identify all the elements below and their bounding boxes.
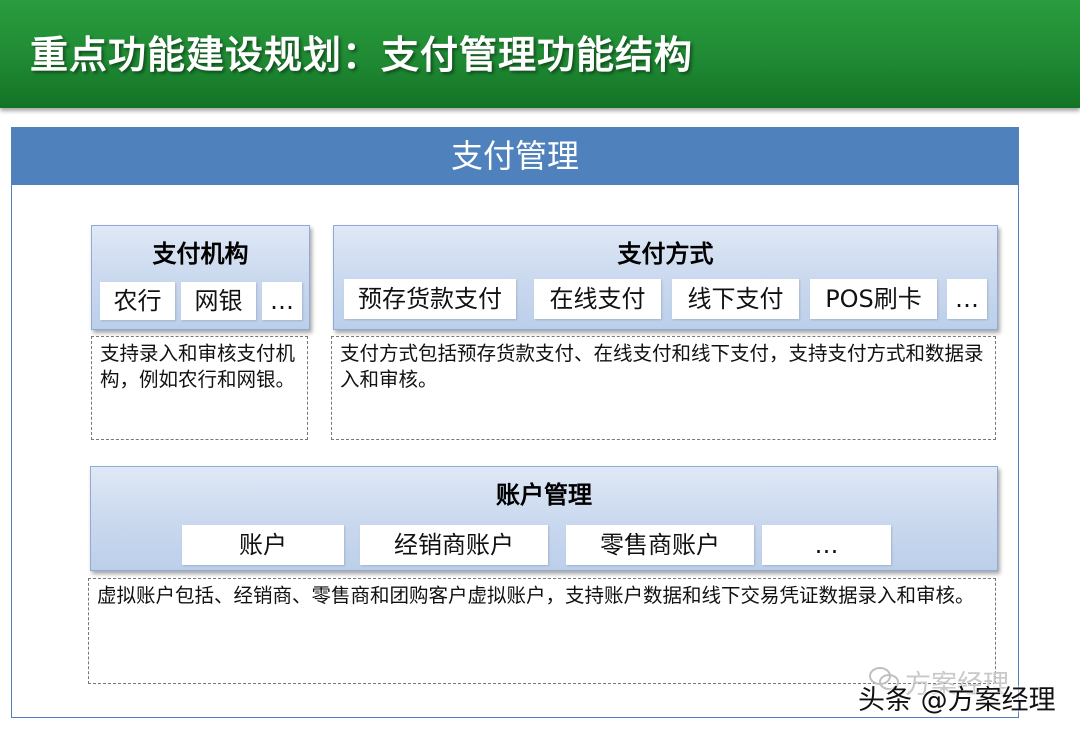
institutions-description: 支持录入和审核支付机构，例如农行和网银。 — [91, 336, 308, 440]
account-chip-retailer[interactable]: 零售商账户 — [566, 525, 754, 565]
method-chip-pos[interactable]: POS刷卡 — [810, 279, 937, 319]
methods-description: 支付方式包括预存货款支付、在线支付和线下支付，支持支付方式和数据录入和审核。 — [331, 336, 996, 440]
institutions-panel: 支付机构 农行 网银 … — [91, 225, 310, 330]
account-chip-dealer[interactable]: 经销商账户 — [360, 525, 548, 565]
institutions-title: 支付机构 — [152, 240, 249, 268]
institution-chip-abc[interactable]: 农行 — [100, 282, 175, 320]
title-bar: 重点功能建设规划：支付管理功能结构 — [0, 0, 1080, 108]
watermark: 头条 @方案经理 — [858, 685, 1056, 716]
institution-chip-more[interactable]: … — [262, 282, 302, 320]
accounts-description: 虚拟账户包括、经销商、零售商和团购客户虚拟账户，支持账户数据和线下交易凭证数据录… — [88, 578, 996, 684]
method-chip-prepaid[interactable]: 预存货款支付 — [344, 279, 516, 319]
method-chip-online[interactable]: 在线支付 — [534, 279, 661, 319]
method-chip-offline[interactable]: 线下支付 — [672, 279, 799, 319]
accounts-panel: 账户管理 账户 经销商账户 零售商账户 … — [90, 466, 998, 571]
accounts-title: 账户管理 — [496, 481, 592, 509]
methods-title: 支付方式 — [617, 240, 714, 268]
method-chip-more[interactable]: … — [947, 279, 987, 319]
account-chip-more[interactable]: … — [762, 525, 891, 565]
page-title: 重点功能建设规划：支付管理功能结构 — [30, 33, 694, 77]
institution-chip-online-bank[interactable]: 网银 — [181, 282, 256, 320]
diagram-header: 支付管理 — [12, 128, 1018, 185]
account-chip-account[interactable]: 账户 — [182, 525, 344, 565]
methods-panel: 支付方式 预存货款支付 在线支付 线下支付 POS刷卡 … — [333, 225, 998, 330]
